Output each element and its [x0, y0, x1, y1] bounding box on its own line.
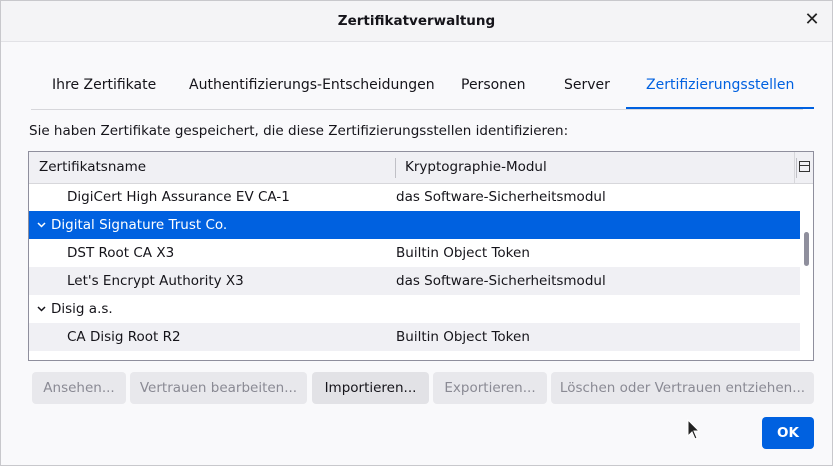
export-button[interactable]: Exportieren...	[433, 372, 547, 404]
active-tab-indicator	[626, 107, 815, 109]
tree-row[interactable]: DigiCert High Assurance EV CA-1 das Soft…	[29, 183, 800, 211]
column-separator[interactable]	[395, 158, 396, 178]
tree-row[interactable]: CA Disig Root R2 Builtin Object Token	[29, 323, 800, 351]
tree-row[interactable]: DST Root CA X3 Builtin Object Token	[29, 239, 800, 267]
delete-or-distrust-button[interactable]: Löschen oder Vertrauen entziehen...	[551, 372, 814, 404]
tab-authorities[interactable]: Zertifizierungsstellen	[626, 59, 815, 109]
mouse-cursor-icon	[687, 418, 701, 445]
tab-authentication-decisions[interactable]: Authentifizierungs-Entscheidungen	[189, 59, 435, 107]
tab-people[interactable]: Personen	[461, 59, 526, 107]
row-name: CA Disig Root R2	[67, 329, 181, 345]
tree-header: Zertifikatsname Kryptographie-Modul	[29, 152, 813, 184]
tree-row[interactable]: Let's Encrypt Authority X3 das Software-…	[29, 267, 800, 295]
row-name: DST Root CA X3	[67, 245, 175, 261]
tab-authorities-label: Zertifizierungsstellen	[646, 77, 795, 93]
edit-trust-button[interactable]: Vertrauen bearbeiten...	[130, 372, 307, 404]
vertical-scrollbar[interactable]	[800, 184, 813, 360]
close-icon[interactable]: ✕	[802, 10, 822, 30]
certificate-manager-dialog: Zertifikatverwaltung ✕ Ihre Zertifikate …	[0, 0, 833, 466]
scrollbar-thumb[interactable]	[804, 232, 809, 266]
description-text: Sie haben Zertifikate gespeichert, die d…	[29, 123, 569, 139]
column-header-module[interactable]: Kryptographie-Modul	[405, 152, 547, 183]
tree-row-group[interactable]: Disig a.s.	[29, 295, 800, 323]
view-button[interactable]: Ansehen...	[32, 372, 126, 404]
import-button[interactable]: Importieren...	[312, 372, 429, 404]
tab-servers[interactable]: Server	[564, 59, 610, 107]
tab-bar: Ihre Zertifikate Authentifizierungs-Ents…	[31, 59, 815, 110]
ok-button[interactable]: OK	[762, 417, 814, 449]
certificate-tree[interactable]: Zertifikatsname Kryptographie-Modul Digi…	[28, 151, 814, 361]
titlebar: Zertifikatverwaltung ✕	[1, 1, 832, 42]
row-name: Digital Signature Trust Co.	[51, 217, 228, 233]
row-module: Builtin Object Token	[396, 245, 530, 261]
row-name: Disig a.s.	[51, 301, 113, 317]
tab-your-certificates[interactable]: Ihre Zertifikate	[52, 59, 156, 107]
row-name: Let's Encrypt Authority X3	[67, 273, 244, 289]
column-header-name[interactable]: Zertifikatsname	[39, 152, 146, 183]
tree-row-group-selected[interactable]: Digital Signature Trust Co.	[29, 211, 800, 239]
row-module: Builtin Object Token	[396, 329, 530, 345]
row-name: DigiCert High Assurance EV CA-1	[67, 189, 290, 205]
dialog-title: Zertifikatverwaltung	[337, 13, 496, 29]
row-module: das Software-Sicherheitsmodul	[396, 273, 606, 289]
column-picker-icon[interactable]	[794, 152, 813, 183]
row-module: das Software-Sicherheitsmodul	[396, 189, 606, 205]
